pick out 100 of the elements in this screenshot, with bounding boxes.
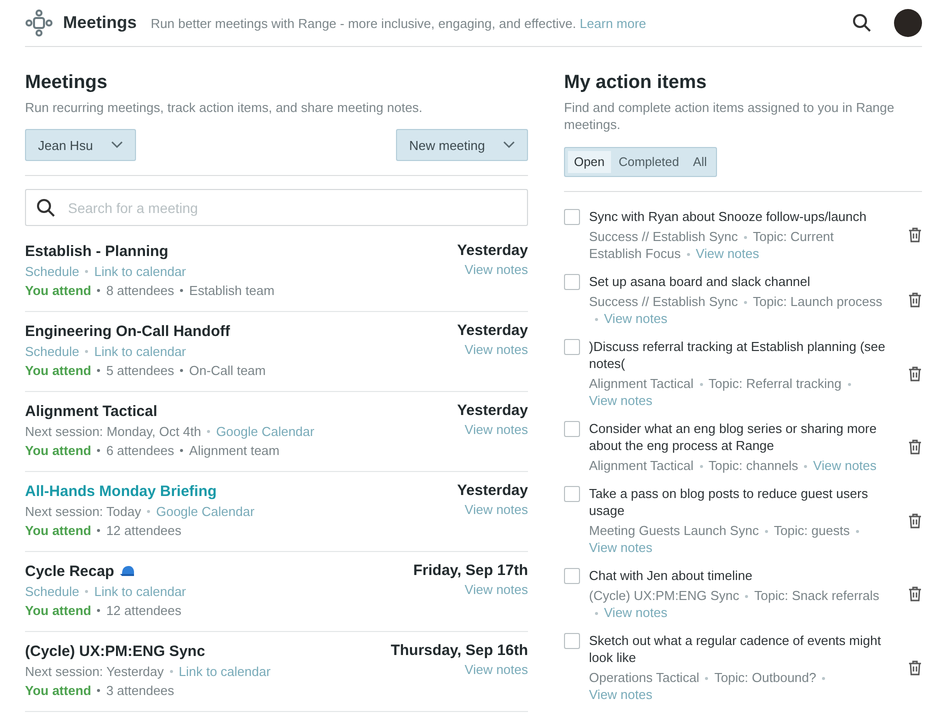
- attendance-status: You attend: [25, 283, 92, 298]
- meeting-detail: 8 attendees: [106, 283, 174, 298]
- view-notes-link[interactable]: View notes: [589, 540, 652, 555]
- trash-icon[interactable]: [908, 227, 922, 243]
- calendar-link[interactable]: Link to calendar: [94, 344, 186, 359]
- action-item-meta: (Cycle) UX:PM:ENG Sync Topic: Snack referrals View notes: [589, 587, 880, 621]
- meeting-title[interactable]: Alignment Tactical: [25, 402, 158, 420]
- calendar-link[interactable]: Link to calendar: [178, 664, 271, 679]
- meeting-date: Yesterday: [457, 241, 528, 261]
- view-notes-link[interactable]: View notes: [464, 582, 528, 597]
- meeting-title[interactable]: All-Hands Monday Briefing: [25, 482, 217, 500]
- next-session-text: Next session: Monday, Oct 4th: [25, 424, 202, 439]
- person-dropdown[interactable]: Jean Hsu: [25, 129, 136, 161]
- search-field[interactable]: Search for a meeting: [25, 189, 528, 226]
- calendar-link[interactable]: Link to calendar: [94, 584, 186, 599]
- new-meeting-dropdown[interactable]: New meeting: [396, 129, 528, 161]
- section-title: Meetings: [25, 71, 108, 95]
- action-item-text: Take a pass on blog posts to reduce guest users usage: [589, 485, 869, 519]
- meeting-title[interactable]: Engineering On-Call Handoff: [25, 322, 230, 340]
- action-item-meta: Alignment Tactical Topic: Referral tracking View notes: [589, 375, 889, 409]
- search-icon: [36, 198, 56, 218]
- calendar-link[interactable]: Schedule: [25, 584, 80, 599]
- action-item-meta: Success // Establish Sync Topic: Current Establish Focus View notes: [589, 228, 835, 262]
- view-notes-link[interactable]: View notes: [696, 246, 760, 261]
- view-notes-link[interactable]: View notes: [464, 502, 528, 517]
- meeting-date: Yesterday: [457, 481, 528, 501]
- meeting-detail: 3 attendees: [106, 683, 174, 698]
- meeting-detail: Alignment team: [189, 443, 280, 458]
- checkbox[interactable]: [564, 633, 580, 649]
- calendar-link[interactable]: Link to calendar: [94, 264, 186, 279]
- meeting-date: Friday, Sep 17th: [413, 561, 528, 581]
- meeting-detail: 12 attendees: [106, 523, 182, 538]
- view-notes-link[interactable]: View notes: [604, 311, 668, 326]
- calendar-link[interactable]: Schedule: [25, 344, 80, 359]
- checkbox[interactable]: [564, 339, 580, 355]
- meeting-date: Thursday, Sep 16th: [390, 641, 528, 661]
- action-item-text: Sketch out what a regular cadence of events might look like: [589, 632, 882, 666]
- view-notes-link[interactable]: View notes: [464, 422, 528, 437]
- action-item-text: Consider what an eng blog series or sharing more about the eng process at Range: [589, 420, 878, 454]
- attendance-status: You attend: [25, 603, 92, 618]
- action-item-text: Sync with Ryan about Snooze follow-ups/launch: [589, 208, 868, 225]
- view-notes-link[interactable]: View notes: [589, 687, 652, 702]
- trash-icon[interactable]: [908, 660, 922, 676]
- checkbox[interactable]: [564, 274, 580, 290]
- view-notes-link[interactable]: View notes: [464, 662, 528, 677]
- meeting-date: Yesterday: [457, 321, 528, 341]
- meeting-title[interactable]: Cycle Recap: [25, 562, 114, 580]
- meeting-detail: 5 attendees: [106, 363, 174, 378]
- action-item-meta: Meeting Guests Launch Sync Topic: guests View notes: [589, 522, 889, 556]
- trash-icon[interactable]: [908, 366, 922, 382]
- avatar[interactable]: [894, 9, 922, 37]
- filter-tab[interactable]: Completed: [612, 151, 686, 173]
- next-session-text: Next session: Today: [25, 504, 142, 519]
- action-item-meta: Alignment Tactical Topic: channels View notes: [589, 457, 878, 474]
- chevron-down-icon: [503, 141, 515, 149]
- meeting-date: Yesterday: [457, 401, 528, 421]
- cap-icon: [120, 565, 136, 577]
- filter-tab[interactable]: All: [687, 151, 713, 173]
- trash-icon[interactable]: [908, 586, 922, 602]
- view-notes-link[interactable]: View notes: [464, 342, 528, 357]
- trash-icon[interactable]: [908, 292, 922, 308]
- chevron-down-icon: [110, 141, 123, 149]
- checkbox[interactable]: [564, 568, 580, 584]
- action-item-meta: Success // Establish Sync Topic: Launch process View notes: [589, 293, 884, 327]
- section-subtitle: Run recurring meetings, track action items, and share meeting notes.: [25, 99, 424, 116]
- filter-tab[interactable]: Open: [568, 151, 611, 173]
- meeting-title[interactable]: (Cycle) UX:PM:ENG Sync: [25, 642, 206, 660]
- checkbox[interactable]: [564, 421, 580, 437]
- attendance-status: You attend: [25, 523, 92, 538]
- meeting-title[interactable]: Establish - Planning: [25, 242, 168, 260]
- attendance-status: You attend: [25, 363, 92, 378]
- app-title: Meetings: [63, 13, 137, 33]
- view-notes-link[interactable]: View notes: [464, 262, 528, 277]
- trash-icon[interactable]: [908, 512, 922, 528]
- calendar-link[interactable]: Schedule: [25, 264, 80, 279]
- calendar-link[interactable]: Google Calendar: [156, 504, 254, 519]
- checkbox[interactable]: [564, 209, 580, 225]
- meeting-detail: 12 attendees: [106, 603, 182, 618]
- meeting-detail: On-Call team: [189, 363, 266, 378]
- search-icon[interactable]: [852, 13, 872, 33]
- calendar-link[interactable]: Google Calendar: [216, 424, 314, 439]
- view-notes-link[interactable]: View notes: [604, 605, 668, 620]
- meeting-detail: 6 attendees: [106, 443, 174, 458]
- view-notes-link[interactable]: View notes: [589, 393, 652, 408]
- view-notes-link[interactable]: View notes: [813, 458, 877, 473]
- tagline: Run better meetings with Range - more inclusive, engaging, and effective. Learn more: [150, 16, 646, 30]
- action-item-meta: Operations Tactical Topic: Outbound? View notes: [589, 669, 889, 703]
- meetings-logo-icon: [25, 9, 53, 37]
- action-item-text: )Discuss referral tracking at Establish planning (see notes(: [589, 338, 886, 372]
- next-session-text: Next session: Yesterday: [25, 664, 164, 679]
- action-item-text: Chat with Jen about timeline: [589, 567, 754, 584]
- trash-icon[interactable]: [908, 439, 922, 455]
- attendance-status: You attend: [25, 683, 92, 698]
- meeting-detail: Establish team: [189, 283, 274, 298]
- section-subtitle: Find and complete action items assigned to you in Range meetings.: [564, 99, 896, 133]
- checkbox[interactable]: [564, 486, 580, 502]
- section-title: My action items: [564, 71, 708, 95]
- action-item-text: Set up asana board and slack channel: [589, 273, 812, 290]
- learn-more-link[interactable]: Learn more: [580, 16, 646, 30]
- attendance-status: You attend: [25, 443, 92, 458]
